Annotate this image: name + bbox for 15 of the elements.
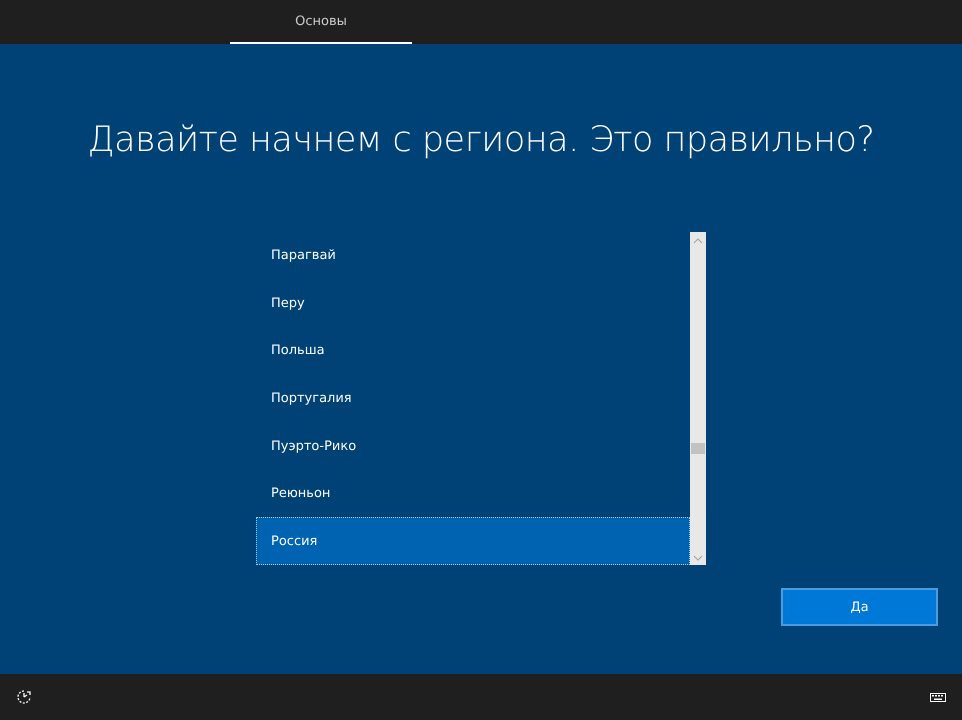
scroll-up-icon[interactable] <box>693 238 703 244</box>
yes-button[interactable]: Да <box>781 588 938 626</box>
accessibility-icon[interactable] <box>16 689 32 705</box>
scrollbar[interactable] <box>690 232 706 565</box>
keyboard-icon[interactable] <box>930 691 946 703</box>
list-item[interactable]: Россия <box>256 517 690 565</box>
list-item[interactable]: Парагвай <box>256 232 690 280</box>
list-item[interactable]: Перу <box>256 280 690 328</box>
list-item[interactable]: Португалия <box>256 374 690 422</box>
scroll-down-icon[interactable] <box>693 555 703 561</box>
list-item[interactable]: Польша <box>256 327 690 375</box>
list-item[interactable]: Пуэрто-Рико <box>256 422 690 470</box>
page-title: Давайте начнем с региона. Это правильно? <box>88 120 874 160</box>
scroll-thumb[interactable] <box>691 443 705 454</box>
list-item[interactable]: Реюньон <box>256 470 690 518</box>
